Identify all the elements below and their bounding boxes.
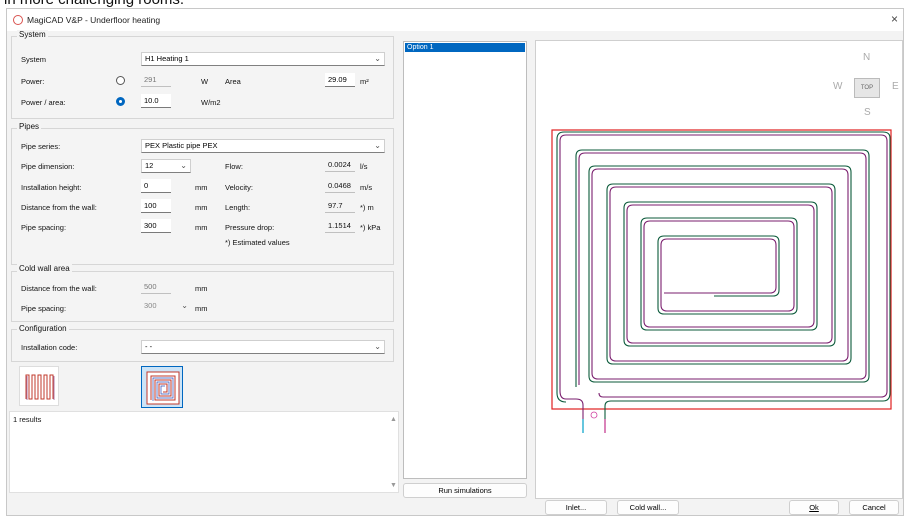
area-field[interactable]: 29.09 (325, 73, 355, 87)
title-bar: MagiCAD V&P - Underfloor heating × (7, 9, 903, 31)
power-area-field[interactable]: 10.0 (141, 94, 171, 108)
power-unit: W (201, 77, 209, 86)
power-area-radio[interactable] (116, 97, 125, 106)
close-icon[interactable]: × (891, 12, 898, 26)
flow-label: Flow: (225, 162, 243, 171)
pipe-series-select[interactable]: PEX Plastic pipe PEX ⌄ (141, 139, 385, 153)
system-group-title: System (17, 30, 48, 39)
power-area-label: Power / area: (21, 98, 66, 107)
velocity-field[interactable]: 0.0468 (325, 179, 355, 193)
chevron-down-icon: ⌄ (374, 141, 381, 150)
pressure-drop-field[interactable]: 1.1514 (325, 219, 355, 233)
room-outline (551, 129, 892, 410)
pipe-spacing-field[interactable]: 300 (141, 219, 171, 233)
pipe-series-label: Pipe series: (21, 142, 61, 151)
system-select-value: H1 Heating 1 (145, 54, 189, 63)
system-label: System (21, 55, 47, 64)
window-title: MagiCAD V&P - Underfloor heating (27, 15, 161, 25)
pressure-drop-unit: *) kPa (360, 223, 381, 232)
cold-spacing-select: 300 ⌄ (141, 300, 191, 314)
page-caption: in more challenging rooms. (4, 0, 184, 8)
cold-wall-group (11, 271, 394, 322)
app-logo-icon (13, 15, 23, 25)
scroll-down-icon[interactable]: ▼ (390, 482, 397, 489)
pressure-drop-label: Pressure drop: (225, 223, 275, 232)
estimated-note: *) Estimated values (225, 238, 290, 247)
meander-layout-button[interactable] (19, 366, 59, 406)
pipe-dimension-select[interactable]: 12 ⌄ (141, 159, 191, 173)
results-box: 1 results ▲ ▼ (9, 411, 399, 493)
spiral-layout-icon (146, 371, 180, 405)
cold-distance-unit: mm (195, 284, 208, 293)
installation-height-label: Installation height: (21, 183, 82, 192)
cold-distance-label: Distance from the wall: (21, 284, 97, 293)
preview-canvas[interactable]: N W TOP E S (535, 40, 903, 499)
pipe-spacing-unit: mm (195, 223, 208, 232)
floor-heating-drawing (551, 129, 892, 433)
distance-wall-unit: mm (195, 203, 208, 212)
power-area-unit: W/m2 (201, 98, 221, 107)
cold-spacing-value: 300 (144, 301, 157, 310)
distance-wall-label: Distance from the wall: (21, 203, 97, 212)
power-field[interactable]: 291 (141, 73, 171, 87)
meander-layout-icon (25, 374, 55, 400)
options-list[interactable]: Option 1 (403, 41, 527, 479)
system-select[interactable]: H1 Heating 1 ⌄ (141, 52, 385, 66)
flow-field[interactable]: 0.0024 (325, 158, 355, 172)
cold-wall-button[interactable]: Cold wall... (617, 500, 679, 515)
cold-spacing-unit: mm (195, 304, 208, 313)
list-item[interactable]: Option 1 (405, 43, 525, 52)
pipe-return (556, 131, 891, 419)
installation-code-value: - - (145, 342, 153, 351)
chevron-down-icon: ⌄ (180, 161, 187, 170)
installation-height-unit: mm (195, 183, 208, 192)
cold-distance-field: 500 (141, 280, 171, 294)
power-label: Power: (21, 77, 45, 86)
chevron-down-icon: ⌄ (374, 342, 381, 351)
length-field[interactable]: 97.7 (325, 199, 355, 213)
results-text: 1 results (13, 415, 42, 424)
cold-wall-group-title: Cold wall area (17, 264, 72, 273)
pipe-spacing-label: Pipe spacing: (21, 223, 67, 232)
area-unit: m² (360, 77, 369, 86)
flow-unit: l/s (360, 162, 368, 171)
pipe-dimension-value: 12 (145, 161, 154, 170)
pipe-dimension-label: Pipe dimension: (21, 162, 75, 171)
installation-height-field[interactable]: 0 (141, 179, 171, 193)
option-label: Option 1 (407, 44, 434, 51)
chevron-down-icon: ⌄ (374, 54, 381, 63)
installation-code-select[interactable]: - - ⌄ (141, 340, 385, 354)
length-unit: *) m (360, 203, 374, 212)
dialog-window: MagiCAD V&P - Underfloor heating × Syste… (6, 8, 904, 516)
ok-button[interactable]: Ok (789, 500, 839, 515)
run-simulations-button[interactable]: Run simulations (403, 483, 527, 498)
spiral-layout-button[interactable] (141, 366, 183, 408)
inlet-marker (590, 411, 598, 419)
power-radio[interactable] (116, 76, 125, 85)
pipes-group-title: Pipes (17, 122, 42, 131)
pipe-supply (559, 134, 888, 419)
inlet-button[interactable]: Inlet... (545, 500, 607, 515)
chevron-down-icon: ⌄ (181, 301, 188, 310)
velocity-label: Velocity: (225, 183, 253, 192)
distance-wall-field[interactable]: 100 (141, 199, 171, 213)
configuration-group-title: Configuration (17, 324, 69, 333)
velocity-unit: m/s (360, 183, 373, 192)
scroll-up-icon[interactable]: ▲ (390, 416, 397, 423)
length-label: Length: (225, 203, 251, 212)
cold-spacing-label: Pipe spacing: (21, 304, 67, 313)
pipe-series-value: PEX Plastic pipe PEX (145, 141, 218, 150)
installation-code-label: Installation code: (21, 343, 78, 352)
cancel-button[interactable]: Cancel (849, 500, 899, 515)
area-label: Area (225, 77, 241, 86)
